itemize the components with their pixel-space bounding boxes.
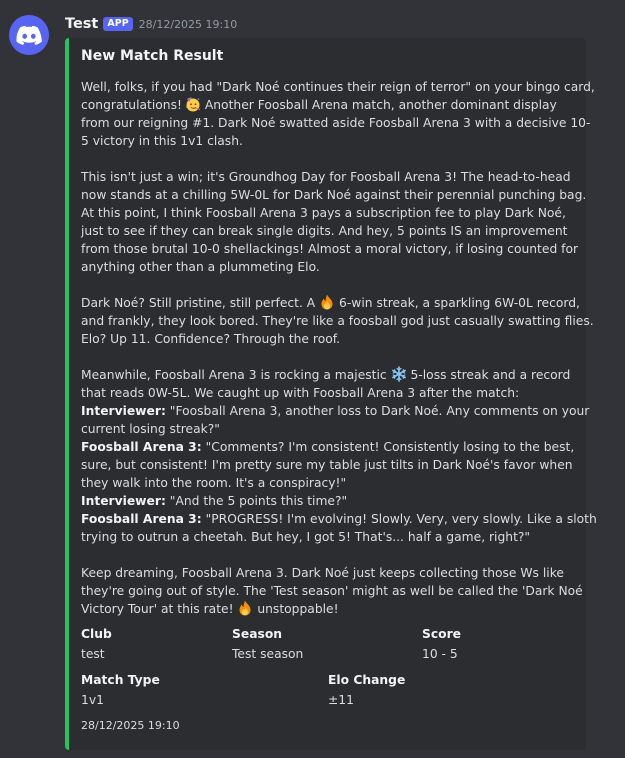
desc-text: "And the 5 points this time?": [165, 494, 348, 508]
desc-line: Interviewer: "And the 5 points this time…: [81, 492, 575, 510]
desc-line: Interviewer: "Foosball Arena 3, another …: [81, 402, 589, 420]
desc-line: 5 victory in this 1v1 clash.: [81, 134, 243, 148]
partying-face-icon: [185, 97, 201, 112]
desc-line: that reads 0W-5L. We caught up with Foos…: [81, 386, 520, 400]
desc-line: they're going out of style. The 'Test se…: [81, 584, 583, 598]
message-timestamp[interactable]: 28/12/2025 19:10: [139, 18, 238, 31]
fire-icon: [321, 294, 333, 310]
desc-line: current losing streak?": [81, 422, 220, 436]
field-elo-change-name: Elo Change: [328, 673, 406, 687]
discord-logo-icon: [16, 25, 42, 45]
desc-text: unstoppable!: [253, 602, 339, 616]
desc-text: Dark Noé? Still pristine, still perfect.…: [81, 296, 320, 310]
field-season-value: Test season: [232, 647, 304, 661]
desc-line: anything other than a plummeting Elo.: [81, 260, 320, 274]
desc-line: Victory Tour' at this rate! unstoppable!: [81, 600, 575, 618]
speaker-label: Interviewer:: [81, 494, 166, 508]
desc-line: they walk into the room. It's a conspira…: [81, 476, 347, 490]
desc-line: Foosball Arena 3: "PROGRESS! I'm evolvin…: [81, 510, 597, 528]
username[interactable]: Test: [65, 16, 98, 32]
embed-description: Well, folks, if you had "Dark Noé contin…: [81, 78, 597, 618]
desc-line: congratulations! Another Foosball Arena …: [81, 96, 575, 114]
desc-line: just to see if they can break single dig…: [81, 224, 568, 238]
field-match-type-name: Match Type: [81, 673, 160, 687]
speaker-label: Interviewer:: [81, 404, 166, 418]
field-club-value: test: [81, 647, 105, 661]
desc-line: from those brutal 10-0 shellackings! Alm…: [81, 242, 579, 256]
desc-text: 6-win streak, a sparkling 6W-0L record,: [335, 296, 580, 310]
desc-text: "Comments? I'm consistent! Consistently …: [201, 440, 575, 454]
speaker-label: Foosball Arena 3:: [81, 440, 202, 454]
desc-line: from our reigning #1. Dark Noé swatted a…: [81, 116, 591, 130]
desc-text: Another Foosball Arena match, another do…: [200, 98, 557, 112]
field-club-name: Club: [81, 627, 112, 641]
desc-line: Keep dreaming, Foosball Arena 3. Dark No…: [81, 566, 564, 580]
desc-text: "PROGRESS! I'm evolving! Slowly. Very, v…: [201, 512, 597, 526]
desc-text: "Foosball Arena 3, another loss to Dark …: [165, 404, 590, 418]
speaker-label: Foosball Arena 3:: [81, 512, 202, 526]
desc-line: trying to outrun a cheetah. But hey, I g…: [81, 530, 531, 544]
desc-line: Meanwhile, Foosball Arena 3 is rocking a…: [81, 366, 575, 384]
desc-text: Victory Tour' at this rate!: [81, 602, 238, 616]
field-match-type-value: 1v1: [81, 693, 104, 707]
app-badge: APP: [103, 17, 133, 31]
avatar[interactable]: [9, 15, 49, 55]
desc-text: congratulations!: [81, 98, 182, 112]
field-score-name: Score: [422, 627, 461, 641]
desc-line: Dark Noé? Still pristine, still perfect.…: [81, 294, 580, 312]
desc-text: Meanwhile, Foosball Arena 3 is rocking a…: [81, 368, 391, 382]
embed-card: New Match Result Well, folks, if you had…: [65, 38, 597, 750]
desc-line: At this point, I think Foosball Arena 3 …: [81, 206, 566, 220]
desc-line: This isn't just a win; it's Groundhog Da…: [81, 170, 571, 184]
desc-line: Well, folks, if you had "Dark Noé contin…: [81, 80, 595, 94]
snowflake-icon: [391, 366, 406, 382]
embed-title: New Match Result: [81, 48, 224, 64]
desc-line: Foosball Arena 3: "Comments? I'm consist…: [81, 438, 575, 456]
field-score-value: 10 - 5: [422, 647, 458, 661]
desc-text: 5-loss streak and a record: [406, 368, 571, 382]
field-season-name: Season: [232, 627, 283, 641]
desc-line: sure, but consistent! I'm pretty sure my…: [81, 458, 573, 472]
desc-line: now stands at a chilling 5W-0L for Dark …: [81, 188, 587, 202]
desc-line: Elo? Up 11. Confidence? Through the roof…: [81, 332, 341, 346]
fire-icon: [239, 600, 251, 616]
message-header: Test APP 28/12/2025 19:10: [65, 14, 237, 34]
embed-footer-timestamp: 28/12/2025 19:10: [81, 719, 180, 732]
field-elo-change-value: ±11: [328, 693, 354, 707]
bot-message: Test APP 28/12/2025 19:10 New Match Resu…: [0, 0, 625, 758]
desc-line: and frankly, they look bored. They're li…: [81, 314, 594, 328]
